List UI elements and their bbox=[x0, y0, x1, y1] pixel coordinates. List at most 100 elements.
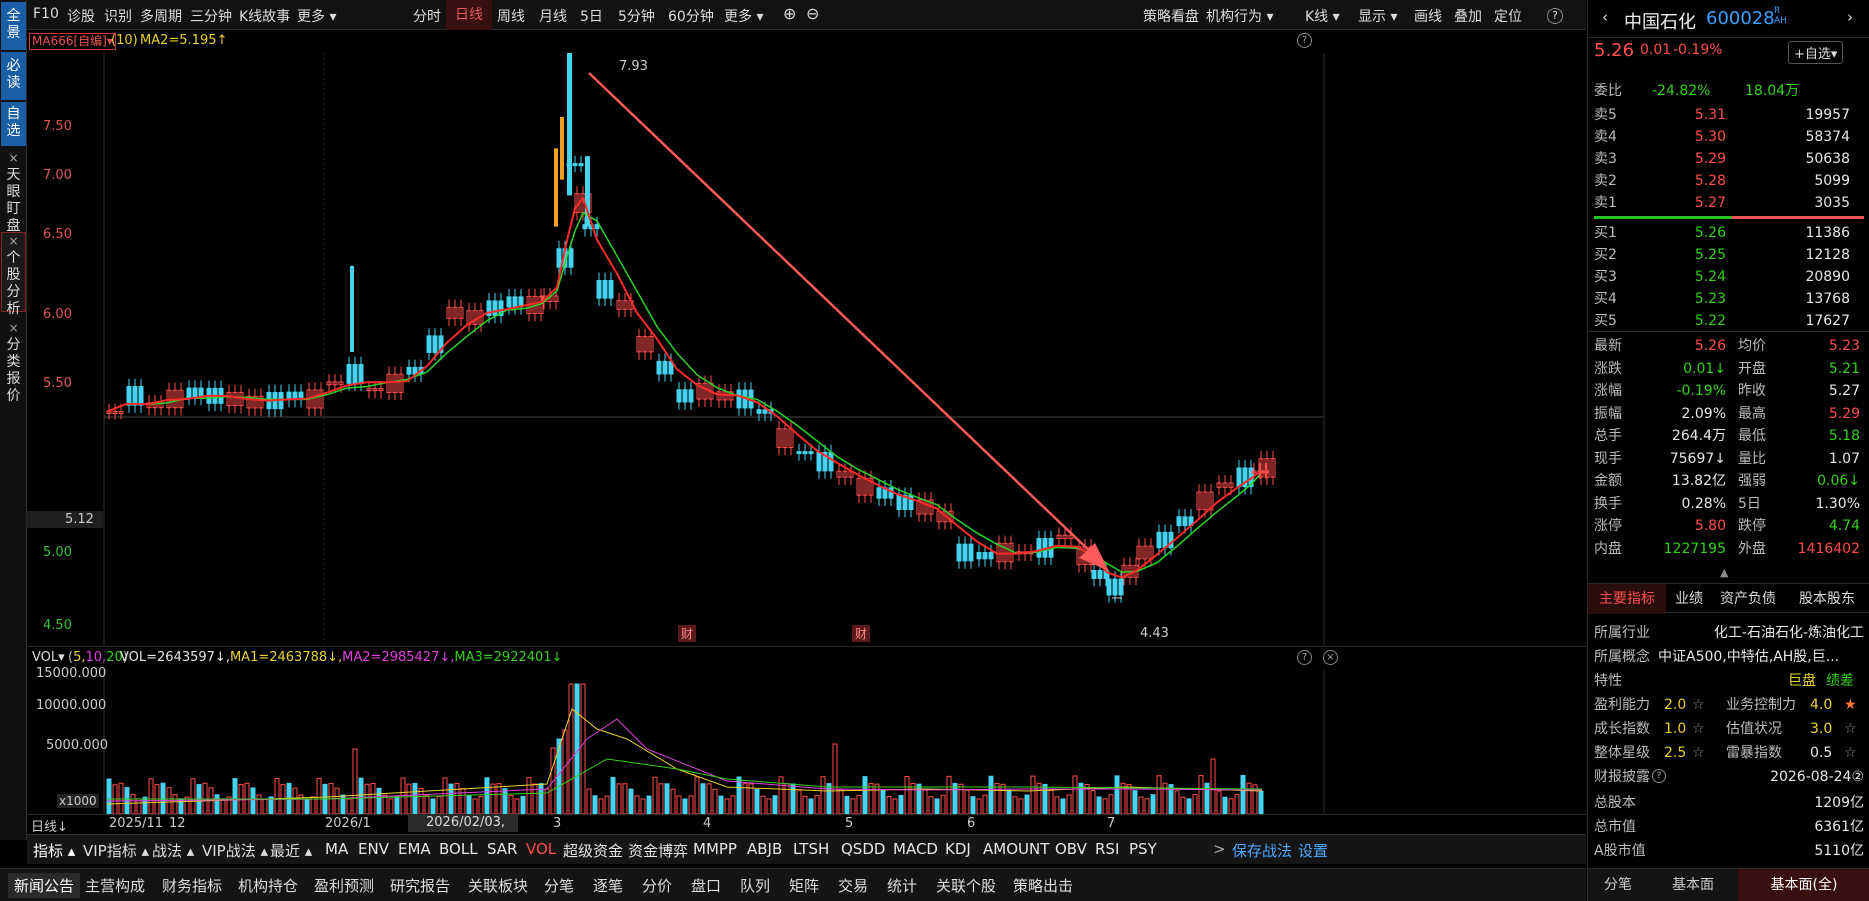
period-intraday[interactable]: 分时 bbox=[413, 6, 441, 26]
locate-button[interactable]: 定位 bbox=[1494, 6, 1522, 26]
indicator-ltsh[interactable]: LTSH bbox=[793, 840, 829, 858]
bottom-tab[interactable]: 关联板块 bbox=[468, 875, 528, 896]
next-stock-icon[interactable]: › bbox=[1847, 8, 1853, 26]
rail-tab-panorama[interactable]: 全景 bbox=[1, 2, 26, 50]
settings-button[interactable]: 设置 bbox=[1298, 840, 1328, 861]
display-menu-button[interactable]: 显示 ▾ bbox=[1358, 6, 1397, 26]
fin-badge[interactable]: 财 bbox=[852, 625, 871, 642]
save-strategy-button[interactable]: 保存战法 bbox=[1232, 840, 1292, 861]
vol-close-icon[interactable]: × bbox=[1323, 650, 1338, 665]
rail-tab-must-read[interactable]: 必读 bbox=[1, 52, 26, 100]
close-icon[interactable]: × bbox=[8, 150, 18, 167]
rail-tab-watchlist[interactable]: 自选 bbox=[1, 102, 26, 146]
indicator-env[interactable]: ENV bbox=[358, 840, 389, 858]
indicator-vol[interactable]: VOL bbox=[526, 840, 556, 858]
ask-row[interactable]: 卖5 5.31 19957 bbox=[1588, 104, 1869, 126]
bid-row[interactable]: 买5 5.22 17627 bbox=[1588, 310, 1869, 332]
institution-button[interactable]: 机构行为 ▾ bbox=[1206, 6, 1273, 26]
indicator-ma[interactable]: MA bbox=[325, 840, 348, 858]
panel-subtab[interactable]: 主要指标 bbox=[1588, 584, 1666, 614]
overlay-button[interactable]: 叠加 bbox=[1454, 6, 1482, 26]
diagnose-button[interactable]: 诊股 bbox=[67, 6, 95, 26]
kline-story-button[interactable]: K线故事 bbox=[239, 6, 290, 26]
bottom-tab[interactable]: 统计 bbox=[887, 875, 917, 896]
indicator-kdj[interactable]: KDJ bbox=[945, 840, 971, 858]
rail-tab-sky-eye[interactable]: × 天眼盯盘 bbox=[1, 150, 26, 234]
indicator-超级资金[interactable]: 超级资金 bbox=[563, 840, 623, 861]
indicator-mmpp[interactable]: MMPP bbox=[693, 840, 737, 858]
bid-row[interactable]: 买1 5.26 11386 bbox=[1588, 222, 1869, 244]
draw-line-button[interactable]: 画线 bbox=[1414, 6, 1442, 26]
prev-stock-icon[interactable]: ‹ bbox=[1602, 8, 1608, 26]
indicator-资金博弈[interactable]: 资金博弈 bbox=[628, 840, 688, 861]
bottom-tab[interactable]: 矩阵 bbox=[789, 875, 819, 896]
period-5day[interactable]: 5日 bbox=[580, 6, 603, 26]
period-daily[interactable]: 日线 bbox=[446, 0, 492, 30]
zoom-in-icon[interactable]: ⊕ bbox=[783, 4, 796, 23]
bottom-tab[interactable]: 主营构成 bbox=[85, 875, 145, 896]
multi-period-button[interactable]: 多周期 bbox=[140, 6, 182, 26]
panel-bottom-tab[interactable]: 基本面 bbox=[1648, 869, 1738, 901]
bottom-tab[interactable]: 关联个股 bbox=[936, 875, 996, 896]
panel-subtab[interactable]: 资产负债 bbox=[1712, 584, 1784, 614]
ask-row[interactable]: 卖1 5.27 3035 bbox=[1588, 192, 1869, 214]
indicator-ema[interactable]: EMA bbox=[398, 840, 431, 858]
collapse-icon[interactable]: ▲ bbox=[1720, 566, 1728, 579]
next-indicators-icon[interactable]: > bbox=[1213, 840, 1226, 858]
ask-row[interactable]: 卖3 5.29 50638 bbox=[1588, 148, 1869, 170]
three-minute-button[interactable]: 三分钟 bbox=[190, 6, 232, 26]
industry-value[interactable]: 化工-石油石化-炼油化工 bbox=[1714, 622, 1864, 644]
period-60min[interactable]: 60分钟 bbox=[668, 6, 714, 26]
recent-button[interactable]: 最近 ▴ bbox=[270, 840, 312, 861]
bottom-tab[interactable]: 逐笔 bbox=[593, 875, 623, 896]
bid-row[interactable]: 买4 5.23 13768 bbox=[1588, 288, 1869, 310]
identify-button[interactable]: 识别 bbox=[104, 6, 132, 26]
indicator-sar[interactable]: SAR bbox=[487, 840, 517, 858]
ask-row[interactable]: 卖2 5.28 5099 bbox=[1588, 170, 1869, 192]
panel-subtab[interactable]: 业绩 bbox=[1666, 584, 1712, 614]
bottom-tab[interactable]: 新闻公告 bbox=[8, 873, 81, 898]
rail-tab-category-quote[interactable]: × 分类报价 bbox=[1, 320, 26, 404]
f10-button[interactable]: F10 bbox=[33, 6, 59, 22]
bottom-tab[interactable]: 分笔 bbox=[544, 875, 574, 896]
bottom-tab[interactable]: 机构持仓 bbox=[238, 875, 298, 896]
report-help-icon[interactable]: ? bbox=[1652, 769, 1666, 783]
bottom-tab[interactable]: 交易 bbox=[838, 875, 868, 896]
vip-indicator-button[interactable]: VIP指标 ▴ bbox=[83, 840, 149, 861]
period-more[interactable]: 更多 ▾ bbox=[724, 6, 763, 26]
bid-row[interactable]: 买3 5.24 20890 bbox=[1588, 266, 1869, 288]
chart-help-icon[interactable]: ? bbox=[1297, 33, 1312, 48]
bid-row[interactable]: 买2 5.25 12128 bbox=[1588, 244, 1869, 266]
indicator-amount[interactable]: AMOUNT bbox=[983, 840, 1049, 858]
vol-help-icon[interactable]: ? bbox=[1297, 650, 1312, 665]
period-weekly[interactable]: 周线 bbox=[497, 6, 525, 26]
help-icon[interactable]: ? bbox=[1547, 8, 1563, 24]
kline-menu-button[interactable]: K线 ▾ bbox=[1305, 6, 1340, 26]
bottom-tab[interactable]: 盘口 bbox=[691, 875, 721, 896]
indicator-menu-button[interactable]: 指标 ▴ bbox=[33, 840, 75, 861]
indicator-psy[interactable]: PSY bbox=[1129, 840, 1157, 858]
vip-strategy-button[interactable]: VIP战法 ▴ bbox=[202, 840, 268, 861]
bottom-tab[interactable]: 策略出击 bbox=[1013, 875, 1073, 896]
more-left-button[interactable]: 更多 ▾ bbox=[297, 6, 336, 26]
concept-value[interactable]: 中证A500,中特估,AH股,巨... bbox=[1658, 646, 1839, 668]
indicator-abjb[interactable]: ABJB bbox=[747, 840, 782, 858]
strategy-button[interactable]: 战法 ▴ bbox=[152, 840, 194, 861]
indicator-macd[interactable]: MACD bbox=[893, 840, 938, 858]
zoom-out-icon[interactable]: ⊖ bbox=[806, 4, 819, 23]
bottom-tab[interactable]: 分价 bbox=[642, 875, 672, 896]
add-watchlist-button[interactable]: +自选▾ bbox=[1788, 41, 1844, 64]
vol-select[interactable]: VOL▾ bbox=[32, 650, 65, 665]
bottom-tab[interactable]: 队列 bbox=[740, 875, 770, 896]
panel-bottom-tab[interactable]: 基本面(全) bbox=[1738, 869, 1869, 901]
date-mode[interactable]: 日线↓ bbox=[31, 816, 68, 835]
kline-chart[interactable]: 7.50 7.00 6.50 6.00 5.50 5.00 4.50 5.12 … bbox=[27, 53, 1586, 646]
rail-tab-stock-analysis[interactable]: × 个股分析 bbox=[1, 232, 26, 317]
volume-chart[interactable]: 15000.000 10000.000 5000.000 x1000 bbox=[27, 666, 1586, 814]
indicator-boll[interactable]: BOLL bbox=[439, 840, 478, 858]
bottom-tab[interactable]: 财务指标 bbox=[162, 875, 222, 896]
ask-row[interactable]: 卖4 5.30 58374 bbox=[1588, 126, 1869, 148]
close-icon[interactable]: × bbox=[8, 233, 18, 250]
panel-subtab[interactable]: 股本股东 bbox=[1784, 584, 1869, 614]
indicator-obv[interactable]: OBV bbox=[1055, 840, 1087, 858]
